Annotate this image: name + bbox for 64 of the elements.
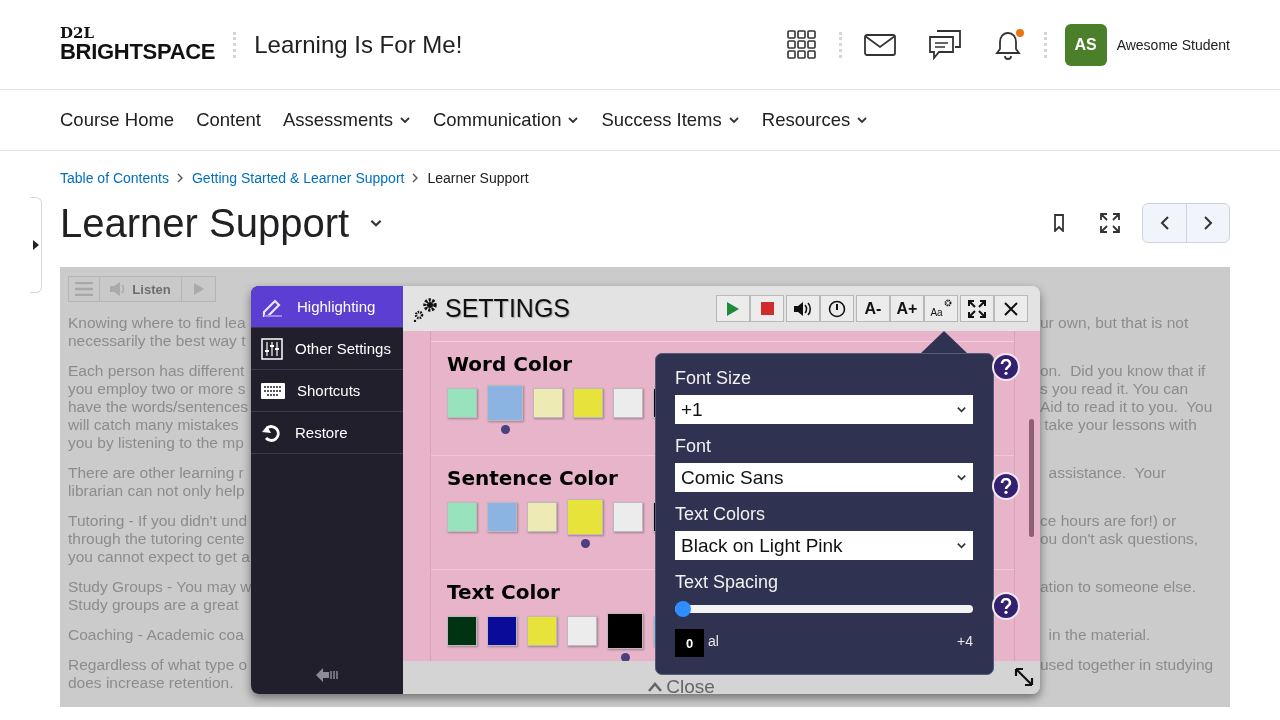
field-label: Font Size: [675, 368, 753, 389]
settings-menu-item[interactable]: Shortcuts: [251, 370, 403, 412]
paragraph-text: assistance. Your: [1047, 464, 1167, 482]
course-title: Learning Is For Me!: [254, 30, 463, 59]
paragraph-text: used together in studying: [1040, 656, 1215, 674]
paragraph-text: in the material.: [1047, 626, 1152, 644]
section-title: Sentence Color: [447, 466, 618, 490]
close-button[interactable]: Close: [648, 675, 715, 694]
field-label: Text Colors: [675, 504, 767, 525]
paragraph-text: ur own, but that is not: [1040, 314, 1190, 332]
paragraph-text: Study Groups - You may w: [68, 578, 250, 596]
field-label: Font: [675, 436, 713, 457]
user-name[interactable]: Awesome Student: [1116, 36, 1230, 53]
slider-min-label: al: [708, 633, 719, 649]
section-title: Word Color: [447, 352, 573, 376]
settings-menu-item[interactable]: Other Settings: [251, 328, 403, 370]
nav-link[interactable]: Resources: [761, 109, 869, 131]
paragraph-text: take your lessons with: [1043, 416, 1198, 434]
paragraph-text: There are other learning r: [68, 464, 245, 482]
paragraph-text: s you read it. You can: [1040, 380, 1190, 398]
paragraph-text: Each person has different: [68, 362, 246, 380]
user-avatar[interactable]: AS: [1064, 23, 1107, 66]
settings-menu-item[interactable]: Highlighting: [251, 286, 403, 328]
paragraph-text: ce hours are for!) or: [1040, 512, 1178, 530]
slider-max-label: +4: [957, 633, 973, 649]
paragraph-text: Knowing where to find lea: [68, 314, 247, 332]
paragraph-text: you cannot expect to get a: [68, 548, 250, 566]
logo-text: D2L: [60, 26, 95, 41]
paragraph-text: ou don't ask questions,: [1040, 530, 1200, 548]
paragraph-text: Coaching - Academic coa: [68, 626, 245, 644]
nav-link[interactable]: Content: [196, 109, 261, 131]
section-title: Text Color: [447, 580, 560, 604]
paragraph-text: you by listening to the mp: [68, 434, 245, 452]
nav-link[interactable]: Course Home: [60, 109, 175, 131]
paragraph-text: ation to someone else.: [1040, 578, 1197, 596]
nav-link[interactable]: Communication: [432, 109, 580, 131]
paragraph-text: Tutoring - If you didn't und: [68, 512, 248, 530]
paragraph-text: librarian can not only help: [68, 482, 246, 500]
select-field[interactable]: +1: [675, 395, 973, 424]
paragraph-text: have the words/sentences: [68, 398, 250, 416]
paragraph-text: on. Did you know that if: [1040, 362, 1207, 380]
font-options-button[interactable]: Aa: [924, 295, 958, 322]
paragraph-text: through the tutoring cente: [68, 530, 246, 548]
field-label: Text Spacing: [675, 572, 780, 593]
paragraph-text: Aid to read it to you. You: [1040, 398, 1214, 416]
breadcrumb-link[interactable]: Getting Started & Learner Support: [191, 170, 405, 186]
current-page-text: Learner Support: [427, 170, 529, 186]
paragraph-text: Regardless of what type o: [68, 656, 249, 674]
nav-link[interactable]: Assessments: [282, 109, 411, 131]
logo-text: BRIGHTSPACE: [60, 41, 216, 63]
nav-link[interactable]: Success Items: [601, 109, 740, 131]
paragraph-text: necessarily the best way t: [68, 332, 247, 350]
paragraph-text: does increase retention.: [68, 674, 235, 692]
page-title: Learner Support: [60, 200, 350, 246]
paragraph-text: you employ two or more s: [68, 380, 247, 398]
slider-tooltip: 0: [675, 629, 704, 657]
select-field[interactable]: Black on Light Pink: [675, 531, 973, 560]
decrease-font-button[interactable]: A-: [856, 295, 890, 322]
settings-title: SETTINGS: [445, 294, 570, 323]
paragraph-text: will catch many mistakes: [68, 416, 240, 434]
select-field[interactable]: Comic Sans: [675, 463, 973, 492]
increase-font-button[interactable]: A+: [890, 295, 924, 322]
breadcrumb-link[interactable]: Table of Contents: [60, 170, 169, 186]
paragraph-text: Study groups are a great: [68, 596, 240, 614]
